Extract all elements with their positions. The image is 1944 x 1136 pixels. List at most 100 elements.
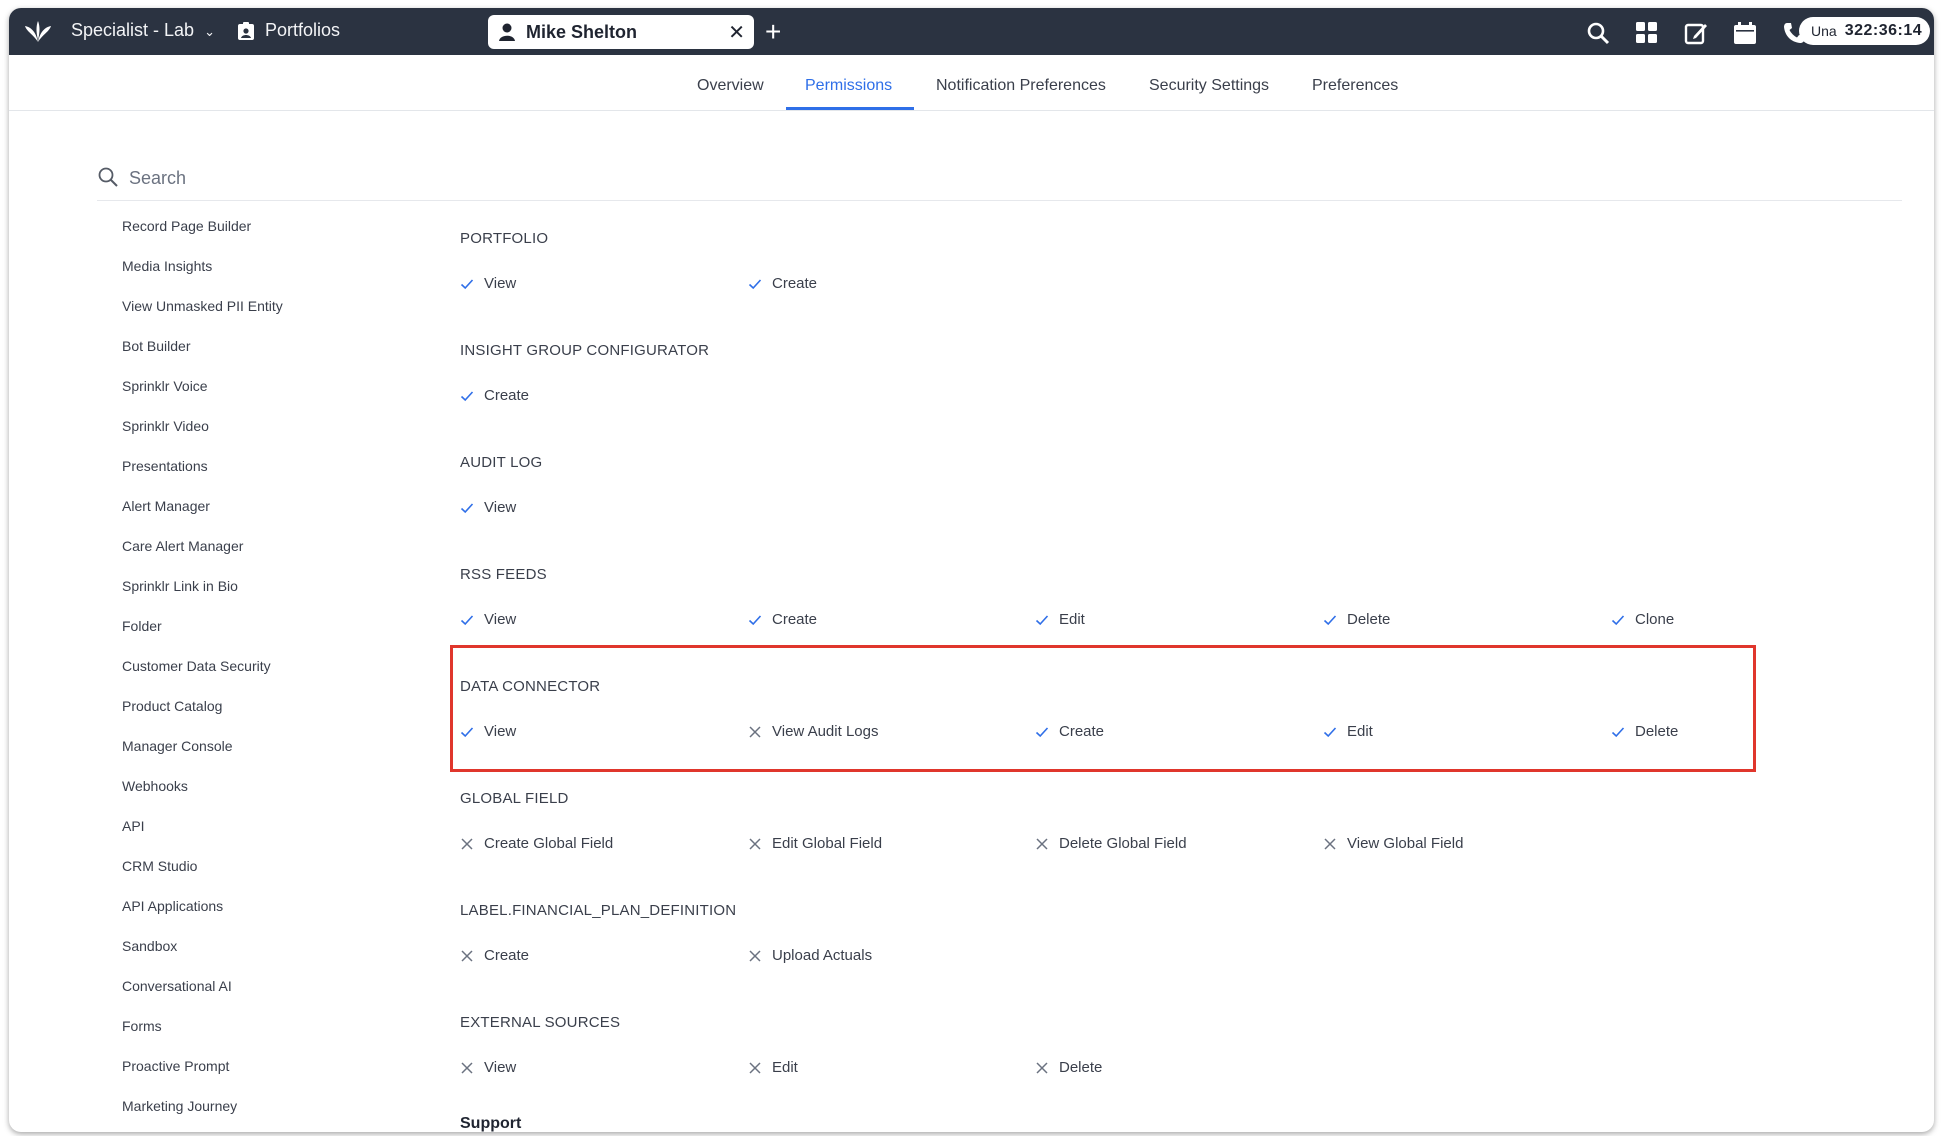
cross-icon (460, 949, 474, 963)
sidebar-item-sprinklr-link-in-bio[interactable]: Sprinklr Link in Bio (122, 578, 238, 594)
sidebar-item-sandbox[interactable]: Sandbox (122, 938, 177, 954)
permission-label: Delete (1059, 1059, 1103, 1076)
permission-label: Upload Actuals (772, 947, 873, 964)
tab-permissions[interactable]: Permissions (805, 77, 892, 95)
cross-icon (460, 837, 474, 851)
sidebar-item-care-alert-manager[interactable]: Care Alert Manager (122, 538, 243, 554)
tab-notification-preferences[interactable]: Notification Preferences (936, 77, 1106, 95)
cross-icon (748, 837, 762, 851)
active-tab-indicator (786, 107, 914, 110)
sidebar-item-forms[interactable]: Forms (122, 1018, 162, 1034)
permission-label: Create Global Field (484, 835, 614, 852)
calendar-icon[interactable] (1731, 19, 1758, 46)
section-title-rss-feeds: RSS FEEDS (460, 566, 547, 583)
cross-icon (1035, 1061, 1049, 1075)
permission-search (97, 158, 1902, 201)
sidebar-item-webhooks[interactable]: Webhooks (122, 778, 188, 794)
permission-rss-feeds-create: Create (748, 611, 817, 628)
section-title-audit-log: AUDIT LOG (460, 454, 543, 471)
permission-global-field-delete-global-field: Delete Global Field (1035, 835, 1187, 852)
permission-label: Create (772, 275, 818, 292)
permission-label: Delete (1347, 611, 1391, 628)
permission-global-field-create-global-field: Create Global Field (460, 835, 613, 852)
permission-label: View (484, 611, 517, 628)
sidebar-item-bot-builder[interactable]: Bot Builder (122, 338, 190, 354)
search-input[interactable] (127, 164, 731, 192)
permission-global-field-view-global-field: View Global Field (1323, 835, 1463, 852)
highlight-annotation (450, 645, 1756, 772)
sidebar-item-folder[interactable]: Folder (122, 618, 162, 634)
sidebar-item-proactive-prompt[interactable]: Proactive Prompt (122, 1058, 229, 1074)
permission-rss-feeds-delete: Delete (1323, 611, 1390, 628)
module-portfolios[interactable]: Portfolios (237, 20, 340, 41)
sidebar-item-alert-manager[interactable]: Alert Manager (122, 498, 210, 514)
person-icon (499, 23, 515, 41)
cross-icon (1323, 837, 1337, 851)
tab-security-settings[interactable]: Security Settings (1149, 77, 1269, 95)
permission-label: Edit Global Field (772, 835, 883, 852)
permission-label: Clone (1635, 611, 1675, 628)
compose-icon[interactable] (1682, 19, 1709, 46)
add-tab-button[interactable]: + (765, 15, 781, 49)
profile-tabs: Overview Permissions Notification Prefer… (9, 55, 1934, 111)
permission-rss-feeds-edit: Edit (1035, 611, 1085, 628)
sidebar-item-view-unmasked-pii-entity[interactable]: View Unmasked PII Entity (122, 298, 283, 314)
sidebar-item-sprinklr-voice[interactable]: Sprinklr Voice (122, 378, 208, 394)
tab-preferences[interactable]: Preferences (1312, 77, 1398, 95)
workspace-name: Specialist - Lab (71, 20, 195, 40)
sidebar-item-conversational-ai[interactable]: Conversational AI (122, 978, 232, 994)
section-title-insight-group-configurator: INSIGHT GROUP CONFIGURATOR (460, 342, 710, 359)
search-icon[interactable] (1584, 19, 1611, 46)
check-icon (1323, 613, 1337, 627)
permission-label-financial-plan-definition-upload-actuals: Upload Actuals (748, 947, 872, 964)
tab-label: Mike Shelton (526, 21, 638, 42)
module-label: Portfolios (265, 20, 341, 40)
timer-time: 322:36:14 (1844, 22, 1923, 39)
chevron-down-icon: ⌄ (204, 23, 215, 39)
sidebar-item-presentations[interactable]: Presentations (122, 458, 208, 474)
sidebar-item-sprinklr-video[interactable]: Sprinklr Video (122, 418, 209, 434)
sidebar-item-api[interactable]: API (122, 818, 145, 834)
sidebar-item-customer-data-security[interactable]: Customer Data Security (122, 658, 271, 674)
sidebar-item-product-catalog[interactable]: Product Catalog (122, 698, 222, 714)
search-icon (98, 167, 118, 187)
sidebar-item-marketing-journey[interactable]: Marketing Journey (122, 1098, 237, 1114)
tab-mike-shelton[interactable]: Mike Shelton ✕ (488, 15, 754, 49)
permission-label: View (484, 275, 517, 292)
close-icon[interactable]: ✕ (728, 20, 745, 45)
permission-rss-feeds-view: View (460, 611, 516, 628)
sidebar-item-record-page-builder[interactable]: Record Page Builder (122, 218, 251, 234)
sidebar-item-api-applications[interactable]: API Applications (122, 898, 223, 914)
workspace-selector[interactable]: Specialist - Lab ⌄ (71, 20, 215, 41)
permission-label: Edit (1059, 611, 1085, 628)
check-icon (748, 277, 762, 291)
cross-icon (748, 1061, 762, 1075)
sidebar-item-manager-console[interactable]: Manager Console (122, 738, 233, 754)
sidebar-item-crm-studio[interactable]: CRM Studio (122, 858, 197, 874)
support-section-title: Support (460, 1115, 522, 1132)
sidebar-item-media-insights[interactable]: Media Insights (122, 258, 212, 274)
agent-status-timer[interactable]: Una 322:36:14 (1799, 17, 1930, 45)
top-bar: Specialist - Lab ⌄ Portfolios Mike Shelt… (9, 8, 1934, 55)
permission-audit-log-view: View (460, 499, 516, 516)
permission-label: View (484, 499, 517, 516)
permission-label: Create (772, 611, 818, 628)
permission-label: Create (484, 947, 530, 964)
permission-portfolio-create: Create (748, 275, 817, 292)
cross-icon (1035, 837, 1049, 851)
permission-label: View (484, 1059, 517, 1076)
sprinklr-logo-icon[interactable] (23, 18, 53, 46)
check-icon (460, 277, 474, 291)
check-icon (460, 501, 474, 515)
permission-label-financial-plan-definition-create: Create (460, 947, 529, 964)
permission-rss-feeds-clone: Clone (1611, 611, 1674, 628)
check-icon (1611, 613, 1625, 627)
permission-label: Edit (772, 1059, 798, 1076)
tab-overview[interactable]: Overview (697, 77, 764, 95)
section-title-portfolio: PORTFOLIO (460, 230, 549, 247)
section-title-external-sources: EXTERNAL SOURCES (460, 1014, 621, 1031)
permission-external-sources-view: View (460, 1059, 516, 1076)
permission-portfolio-view: View (460, 275, 516, 292)
apps-grid-icon[interactable] (1633, 19, 1660, 46)
permission-label: Delete Global Field (1059, 835, 1187, 852)
